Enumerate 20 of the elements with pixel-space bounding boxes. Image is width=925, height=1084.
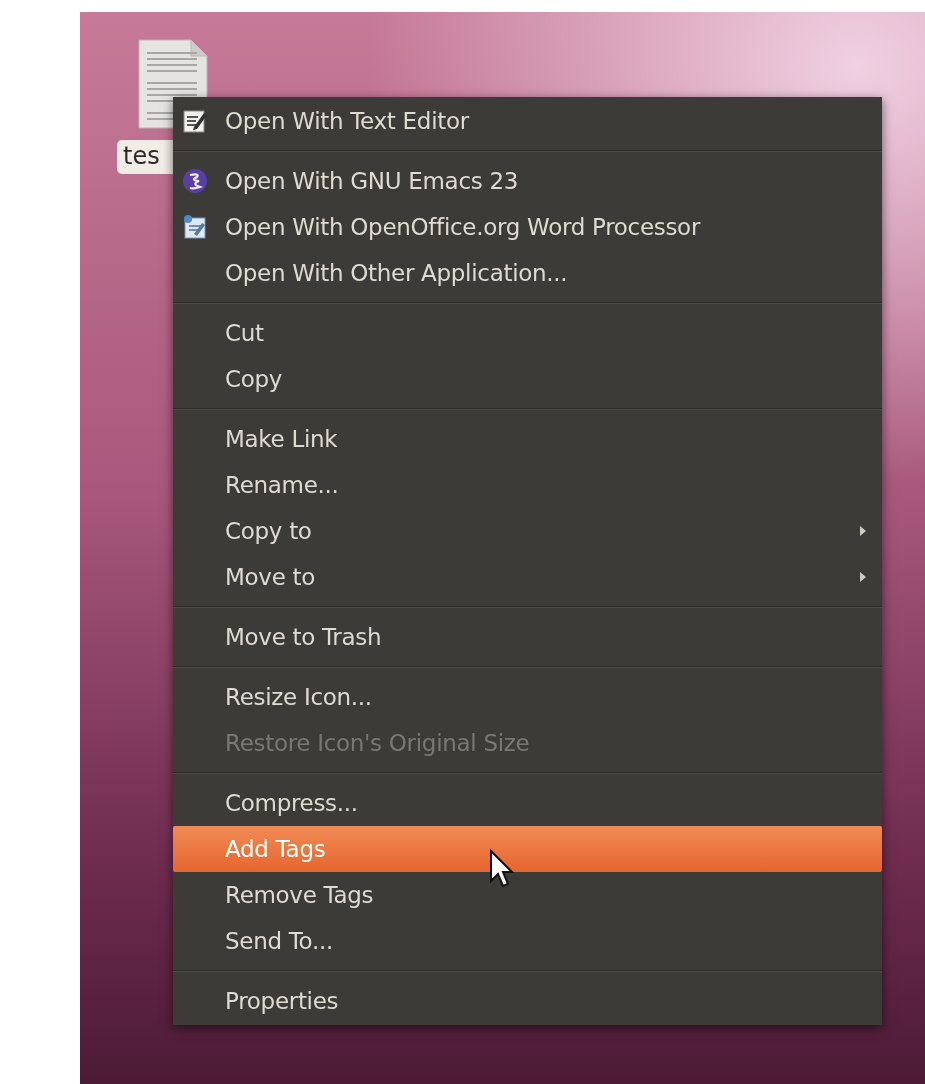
mouse-pointer-icon [489,849,515,889]
menu-item[interactable]: Rename... [173,462,882,508]
submenu-arrow-icon [860,572,866,582]
menu-item[interactable]: Remove Tags [173,872,882,918]
menu-item[interactable]: Open With Other Application... [173,250,882,296]
menu-item[interactable]: Cut [173,310,882,356]
menu-item[interactable]: Resize Icon... [173,674,882,720]
emacs-icon [182,168,208,194]
submenu-arrow-icon [860,526,866,536]
menu-item[interactable]: Move to Trash [173,614,882,660]
menu-item[interactable]: Move to [173,554,882,600]
menu-item[interactable]: Make Link [173,416,882,462]
text-editor-icon [182,108,208,134]
menu-item[interactable]: Copy to [173,508,882,554]
menu-item[interactable]: Open With OpenOffice.org Word Processor [173,204,882,250]
menu-item[interactable]: Copy [173,356,882,402]
menu-item[interactable]: Send To... [173,918,882,964]
menu-item[interactable]: Properties [173,978,882,1024]
menu-item[interactable]: Compress... [173,780,882,826]
word-processor-icon [182,214,208,240]
